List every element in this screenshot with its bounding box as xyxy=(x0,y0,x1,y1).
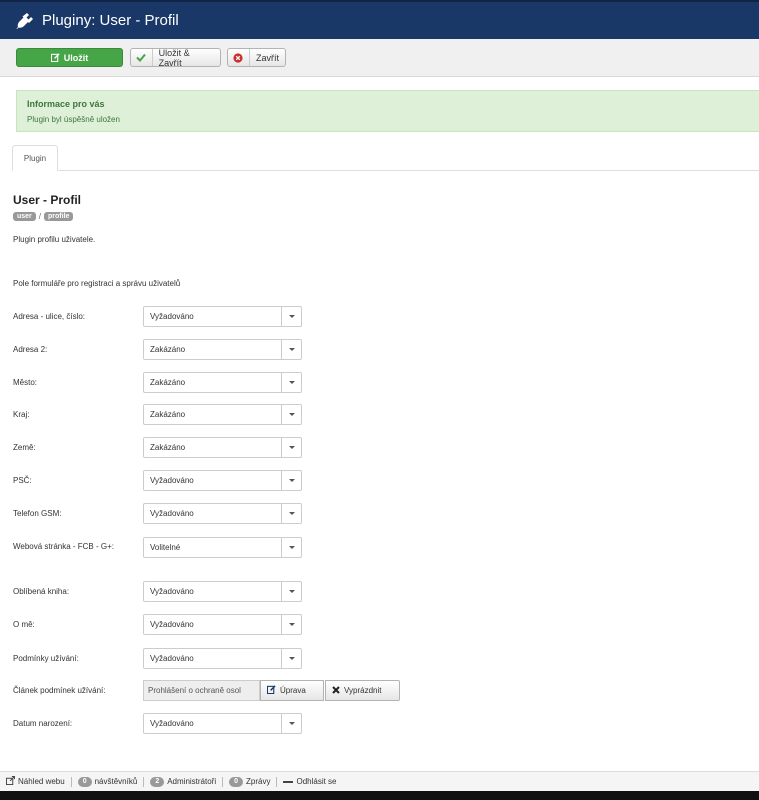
close-label: Zavřít xyxy=(255,52,279,63)
chevron-down-icon xyxy=(281,504,301,523)
field-select[interactable]: Vyžadováno xyxy=(143,503,302,524)
tab-bar: Plugin xyxy=(12,145,759,171)
plug-icon xyxy=(16,12,34,30)
article-label: Článek podmínek užívání: xyxy=(13,686,106,695)
visitors-count-badge: 0 xyxy=(77,776,92,787)
chevron-down-icon xyxy=(281,405,301,424)
admins-label: Administrátoři xyxy=(167,777,217,786)
article-picker: Prohlášení o ochraně osol Úprava Vyprázd… xyxy=(143,680,400,701)
badge-type: user xyxy=(13,212,36,221)
clear-article-button[interactable]: Vyprázdnit xyxy=(325,680,400,701)
minus-icon xyxy=(283,777,294,786)
chevron-down-icon xyxy=(281,615,301,634)
field-label: O mě: xyxy=(13,620,35,629)
field-label: Oblíbená kniha: xyxy=(13,587,70,596)
clear-article-label: Vyprázdnit xyxy=(344,686,382,695)
save-close-label: Uložit & Zavřít xyxy=(158,47,190,68)
field-select[interactable]: Zakázáno xyxy=(143,372,302,393)
chevron-down-icon xyxy=(281,538,301,557)
view-site-link[interactable]: Náhled webu xyxy=(0,775,71,787)
chevron-down-icon xyxy=(281,373,301,392)
field-select[interactable]: Vyžadováno xyxy=(143,306,302,327)
messages-link[interactable]: 0 Zprávy xyxy=(223,776,276,787)
page-header: Pluginy: User - Profil xyxy=(0,0,759,39)
field-select[interactable]: Zakázáno xyxy=(143,404,302,425)
close-button[interactable]: Zavřít xyxy=(227,48,286,67)
select-value: Zakázáno xyxy=(150,378,186,387)
chevron-down-icon xyxy=(281,307,301,326)
field-select[interactable]: Vyžadováno xyxy=(143,648,302,669)
field-label: Datum narození: xyxy=(13,719,73,728)
window-bottom-bar xyxy=(0,791,759,800)
field-select[interactable]: Vyžadováno xyxy=(143,470,302,491)
alert-message: Plugin byl úspěšně uložen xyxy=(27,115,120,124)
field-select[interactable]: Vyžadováno xyxy=(143,581,302,602)
select-value: Vyžadováno xyxy=(150,719,194,728)
save-button[interactable]: Uložit xyxy=(16,48,123,67)
select-value: Vyžadováno xyxy=(150,620,194,629)
plugin-title: User - Profil xyxy=(13,193,82,207)
select-value: Vyžadováno xyxy=(150,509,194,518)
badge-element: profile xyxy=(44,212,74,221)
edit-article-button[interactable]: Úprava xyxy=(260,680,324,701)
select-value: Vyžadováno xyxy=(150,587,194,596)
toolbar: Uložit Uložit & Zavřít Zavřít xyxy=(0,39,759,77)
alert-heading: Informace pro vás xyxy=(27,99,105,109)
close-circle-icon xyxy=(228,49,250,66)
field-label: Podmínky užívání: xyxy=(13,654,79,663)
logout-label: Odhlásit se xyxy=(296,777,337,786)
tab-plugin[interactable]: Plugin xyxy=(12,145,58,171)
field-label: Země: xyxy=(13,443,36,452)
visitors-label: návštěvníků xyxy=(94,777,138,786)
field-label: Adresa 2: xyxy=(13,345,48,354)
article-field: Prohlášení o ochraně osol xyxy=(143,680,260,701)
logout-link[interactable]: Odhlásit se xyxy=(277,777,342,786)
status-bar: Náhled webu 0 návštěvníků 2 Administráto… xyxy=(0,771,759,791)
select-value: Volitelné xyxy=(150,543,181,552)
chevron-down-icon xyxy=(281,649,301,668)
select-value: Vyžadováno xyxy=(150,654,194,663)
remove-icon xyxy=(332,685,340,696)
chevron-down-icon xyxy=(281,471,301,490)
chevron-down-icon xyxy=(281,340,301,359)
field-select[interactable]: Volitelné xyxy=(143,537,302,558)
edit-article-label: Úprava xyxy=(280,686,306,695)
field-select[interactable]: Vyžadováno xyxy=(143,713,302,734)
messages-count-badge: 0 xyxy=(229,776,244,787)
field-label: Kraj: xyxy=(13,410,30,419)
save-close-button[interactable]: Uložit & Zavřít xyxy=(130,47,221,68)
chevron-down-icon xyxy=(281,714,301,733)
chevron-down-icon xyxy=(281,582,301,601)
edit-icon xyxy=(266,685,276,696)
external-link-icon xyxy=(5,775,16,787)
page-title: Pluginy: User - Profil xyxy=(42,12,179,29)
view-site-label: Náhled webu xyxy=(18,777,65,786)
edit-icon xyxy=(50,49,60,66)
field-select[interactable]: Vyžadováno xyxy=(143,614,302,635)
field-select[interactable]: Zakázáno xyxy=(143,339,302,360)
messages-label: Zprávy xyxy=(246,777,271,786)
select-value: Zakázáno xyxy=(150,443,186,452)
select-value: Zakázáno xyxy=(150,345,186,354)
field-label: Adresa - ulice, číslo: xyxy=(13,312,86,321)
select-value: Vyžadováno xyxy=(150,312,194,321)
field-label: Webová stránka - FCB - G+: xyxy=(13,542,114,551)
field-label: Telefon GSM: xyxy=(13,509,62,518)
visitors-info: 0 návštěvníků xyxy=(72,776,144,787)
section-label: Pole formuláře pro registraci a správu u… xyxy=(13,279,181,288)
plugin-badges: user / profile xyxy=(13,212,74,221)
admins-info: 2 Administrátoři xyxy=(144,776,222,787)
select-value: Zakázáno xyxy=(150,410,186,419)
check-icon xyxy=(131,49,153,66)
field-label: PSČ: xyxy=(13,476,32,485)
success-alert: Informace pro vás Plugin byl úspěšně ulo… xyxy=(16,90,759,132)
select-value: Vyžadováno xyxy=(150,476,194,485)
admins-count-badge: 2 xyxy=(150,776,165,787)
chevron-down-icon xyxy=(281,438,301,457)
field-select[interactable]: Zakázáno xyxy=(143,437,302,458)
save-label: Uložit xyxy=(63,52,89,63)
field-label: Město: xyxy=(13,378,38,387)
plugin-description: Plugin profilu uživatele. xyxy=(13,235,96,244)
badge-separator: / xyxy=(38,212,42,221)
